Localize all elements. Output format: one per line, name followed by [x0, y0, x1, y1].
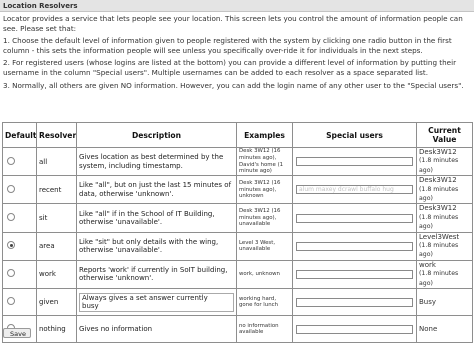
current-value: Desk3W12 [419, 148, 457, 156]
special-users-input[interactable] [296, 213, 413, 223]
default-radio[interactable] [7, 297, 15, 306]
given-answer-value: busy [82, 302, 99, 311]
special-users-cell [292, 203, 417, 233]
special-users-cell [292, 231, 417, 261]
current-value-time: (1.8 minutes ago) [419, 185, 459, 203]
intro-paragraph: 1. Choose the default level of informati… [3, 36, 452, 55]
default-cell [2, 146, 37, 177]
special-users-input[interactable] [296, 297, 413, 307]
resolver-description: Like "all" if in the School of IT Buildi… [76, 203, 237, 233]
resolver-table: Default Resolver Description Examples Sp… [2, 122, 473, 343]
resolver-examples: Desk 3W12 (16 minutes ago), unknown [236, 175, 293, 205]
current-value-cell: Desk3W12 (1.8 minutes ago) [416, 175, 473, 205]
column-header-current-value: Current Value [416, 122, 473, 148]
resolver-description: Always gives a set answer currently busy [76, 288, 237, 317]
special-users-input[interactable] [296, 269, 413, 279]
panel-title: Location Resolvers [0, 0, 474, 12]
current-value: Busy [419, 297, 437, 306]
special-users-cell [292, 146, 417, 177]
current-value-cell: Desk3W12 (1.8 minutes ago) [416, 146, 473, 177]
current-value: None [419, 324, 438, 333]
default-cell [2, 259, 37, 290]
resolver-name: work [36, 259, 77, 290]
special-users-cell [292, 259, 417, 290]
current-value-time: (1.8 minutes ago) [419, 242, 459, 259]
current-value-cell: Busy [416, 288, 473, 317]
column-header-default: Default [2, 122, 37, 148]
special-users-cell: alum maxey dcrawl buffalo hug [292, 175, 417, 205]
current-value: Desk3W12 [419, 176, 457, 185]
column-header-special-users: Special users [292, 122, 417, 148]
column-header-examples: Examples [236, 122, 293, 148]
resolver-description: Gives location as best determined by the… [76, 146, 237, 177]
current-value: Level3West [419, 232, 460, 241]
default-radio[interactable] [7, 241, 15, 250]
intro-paragraph: 3. Normally, all others are given NO inf… [3, 80, 464, 90]
default-cell [2, 288, 37, 317]
resolver-name: recent [36, 175, 77, 205]
column-header-resolver: Resolver [36, 122, 77, 148]
default-cell [2, 203, 37, 233]
default-radio[interactable] [7, 184, 15, 193]
table-row: all Gives location as best determined by … [2, 146, 473, 177]
default-radio[interactable] [7, 156, 15, 165]
given-answer-field[interactable]: Always gives a set answer currently busy [79, 292, 234, 312]
resolver-description: Like "sit" but only details with the win… [76, 231, 237, 261]
default-cell [2, 175, 37, 205]
special-users-input[interactable] [296, 241, 413, 251]
intro-paragraph: 2. For registered users (whose logins ar… [3, 58, 457, 77]
given-answer-label: Always gives a set answer currently [82, 293, 208, 302]
current-value-time: (1.8 minutes ago) [419, 270, 459, 287]
intro-text: Locator provides a service that lets peo… [3, 14, 471, 93]
resolver-examples: Level 3 West, unavailable [236, 231, 293, 261]
current-value-cell: Level3West (1.8 minutes ago) [416, 231, 473, 261]
special-users-input[interactable] [296, 157, 413, 167]
table-row: sit Like "all" if in the School of IT Bui… [2, 203, 473, 233]
resolver-name: given [36, 288, 77, 317]
special-users-input[interactable]: alum maxey dcrawl buffalo hug [296, 185, 413, 195]
default-cell [2, 231, 37, 261]
table-row: recent Like "all", but on just the last 1… [2, 175, 473, 205]
table-row: work Reports 'work' if currently in SoIT … [2, 259, 473, 290]
current-value-time: (1.8 minutes ago) [419, 157, 459, 174]
resolver-description: Like "all", but on just the last 15 minu… [76, 175, 237, 205]
resolver-name: sit [36, 203, 77, 233]
current-value: Desk3W12 [419, 204, 457, 213]
default-radio[interactable] [7, 213, 15, 222]
current-value-cell: work (1.8 minutes ago) [416, 259, 473, 290]
resolver-examples: work, unknown [236, 259, 293, 290]
current-value: work [419, 260, 436, 269]
intro-paragraph: Locator provides a service that lets peo… [3, 14, 463, 33]
save-button[interactable]: Save [3, 328, 31, 338]
special-users-cell [292, 288, 417, 317]
resolver-examples: working hard, gone for lunch [236, 288, 293, 317]
special-users-input[interactable] [296, 324, 413, 334]
resolver-examples: Desk 3W12 (16 minutes ago), unavailable [236, 203, 293, 233]
table-header-row: Default Resolver Description Examples Sp… [2, 122, 473, 148]
resolver-description: Reports 'work' if currently in SoIT buil… [76, 259, 237, 290]
current-value-time: (1.8 minutes ago) [419, 213, 459, 231]
table-row: area Like "sit" but only details with the… [2, 231, 473, 261]
default-radio[interactable] [7, 269, 15, 278]
current-value-cell: Desk3W12 (1.8 minutes ago) [416, 203, 473, 233]
resolver-name: area [36, 231, 77, 261]
table-row: given Always gives a set answer currently… [2, 288, 473, 317]
column-header-description: Description [76, 122, 237, 148]
resolver-examples: Desk 3W12 (16 minutes ago), David's home… [236, 146, 293, 177]
resolver-name: all [36, 146, 77, 177]
